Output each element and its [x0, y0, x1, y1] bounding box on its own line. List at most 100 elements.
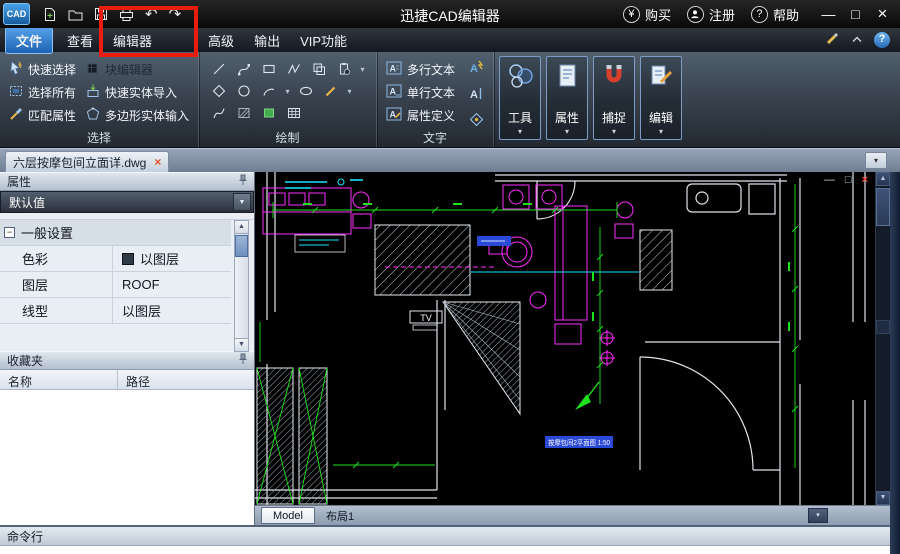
maximize-button[interactable]: □ [842, 6, 869, 22]
register-button[interactable]: 注册 [686, 5, 735, 24]
panel-buttons: 工具 ▾ 属性 ▾ 捕捉 ▾ 编辑 ▾ [494, 52, 687, 147]
property-group-row[interactable]: − 一般设置 [0, 220, 231, 246]
select-all-button[interactable]: 选择所有 [9, 81, 76, 104]
layout1-tab[interactable]: 布局1 [315, 507, 365, 524]
snap-label: 捕捉 [602, 111, 627, 125]
drawing-restore-icon[interactable]: □ [845, 175, 852, 186]
collapse-expander-icon[interactable]: − [4, 227, 15, 238]
scroll-up-icon[interactable]: ▲ [876, 172, 890, 186]
scrollbar-thumb[interactable] [876, 188, 890, 226]
scroll-down-icon[interactable]: ▼ [876, 491, 890, 505]
quick-select-button[interactable]: 快速选择 [9, 58, 76, 81]
property-value: 以图层 [122, 304, 162, 319]
canvas-vertical-scrollbar[interactable]: ▲ ▼ [875, 172, 890, 505]
quick-entity-import-button[interactable]: 快速实体导入 [86, 81, 189, 104]
ellipse-icon[interactable] [295, 81, 317, 101]
favorites-name-column[interactable]: 名称 [0, 370, 118, 389]
buy-button[interactable]: ¥ 购买 [622, 5, 671, 24]
menu-tab-advanced[interactable]: 高级 [198, 28, 244, 53]
snap-panel-button[interactable]: 捕捉 ▾ [593, 56, 636, 140]
attribute-define-button[interactable]: A 属性定义 [386, 104, 455, 127]
command-line-header[interactable]: 命令行 [0, 525, 890, 545]
properties-label: 属性 [555, 111, 580, 125]
annotation-highlight-box [99, 6, 198, 57]
property-row-linetype[interactable]: 线型 以图层 [0, 298, 231, 324]
ribbon-help-icon[interactable]: ? [874, 32, 890, 48]
edit-panel-button[interactable]: 编辑 ▾ [640, 56, 683, 140]
pin-icon[interactable] [238, 353, 248, 368]
polygon-entity-input-button[interactable]: 多边形实体输入 [86, 104, 189, 127]
favorites-panel-header: 收藏夹 [0, 351, 254, 370]
sketch-pencil-icon[interactable] [320, 81, 342, 101]
polyline-icon[interactable] [233, 59, 255, 79]
hatch-icon[interactable] [233, 103, 255, 123]
collapse-ribbon-icon[interactable] [852, 35, 862, 45]
property-row-layer[interactable]: 图层 ROOF [0, 272, 231, 298]
properties-panel-button[interactable]: 属性 ▾ [546, 56, 589, 140]
polygon-icon[interactable] [208, 81, 230, 101]
singleline-text-icon: A [386, 84, 402, 101]
close-button[interactable]: × [869, 4, 896, 24]
help-label: 帮助 [772, 7, 799, 23]
menu-tab-view[interactable]: 查看 [57, 28, 103, 53]
menu-tab-file[interactable]: 文件 [5, 26, 54, 54]
cad-drawing-canvas[interactable]: 按摩包间2平面图 1:50 TV [255, 172, 875, 505]
style-pencil-icon[interactable] [825, 31, 840, 49]
paste-special-icon[interactable] [333, 59, 355, 79]
dropdown-arrow-icon[interactable]: ▾ [345, 87, 354, 96]
command-line-input[interactable] [0, 545, 890, 554]
region-icon[interactable] [308, 59, 330, 79]
arc-icon[interactable] [258, 81, 280, 101]
tools-panel-button[interactable]: 工具 ▾ [499, 56, 542, 140]
app-logo-icon: CAD [3, 3, 30, 25]
gradient-fill-icon[interactable] [258, 103, 280, 123]
text-cursor-icon[interactable]: A [469, 86, 484, 106]
svg-text:A: A [470, 63, 478, 75]
minimize-button[interactable]: — [815, 6, 842, 22]
multiline-text-button[interactable]: A 多行文本 [386, 58, 455, 81]
open-folder-button[interactable] [68, 8, 83, 21]
dropdown-arrow-icon[interactable]: ▾ [283, 87, 292, 96]
spline-icon[interactable] [208, 103, 230, 123]
tab-list-dropdown-button[interactable]: ▾ [865, 152, 887, 169]
tab-close-icon[interactable]: × [154, 155, 161, 169]
scroll-up-icon[interactable]: ▲ [235, 221, 248, 234]
block-editor-button[interactable]: 块编辑器 [86, 58, 189, 81]
scroll-down-icon[interactable]: ▼ [235, 338, 248, 351]
question-icon: ? [750, 5, 768, 23]
favorites-path-column[interactable]: 路径 [118, 370, 254, 389]
rectangle-icon[interactable] [258, 59, 280, 79]
magnet-icon [600, 62, 628, 95]
circle-icon[interactable] [233, 81, 255, 101]
new-file-button[interactable] [43, 7, 57, 22]
property-row-color[interactable]: 色彩 以图层 [0, 246, 231, 272]
preset-dropdown[interactable]: 默认值 ▼ [0, 191, 254, 213]
zigzag-line-icon[interactable] [283, 59, 305, 79]
layout-dropdown-button[interactable]: ▾ [808, 508, 828, 523]
favorites-list[interactable] [0, 390, 254, 525]
quick-text-icon[interactable]: A [469, 60, 484, 80]
property-value: 以图层 [140, 252, 180, 267]
line-icon[interactable] [208, 59, 230, 79]
singleline-text-button[interactable]: A 单行文本 [386, 81, 455, 104]
plan-title-label: 按摩包间2平面图 1:50 [548, 438, 610, 447]
user-icon [686, 5, 704, 23]
match-properties-button[interactable]: 匹配属性 [9, 104, 76, 127]
table-icon[interactable] [283, 103, 305, 123]
chevron-down-icon[interactable]: ▼ [233, 193, 251, 211]
tools-label: 工具 [508, 111, 533, 125]
property-grid-scrollbar[interactable]: ▲ ▼ [234, 220, 249, 352]
property-label: 线型 [22, 304, 49, 319]
drawing-minimize-icon[interactable]: — [824, 175, 835, 186]
document-tab[interactable]: 六层按摩包间立面详.dwg × [5, 151, 170, 172]
dropdown-arrow-icon[interactable]: ▾ [358, 65, 367, 74]
model-tab[interactable]: Model [261, 507, 315, 524]
menu-tab-vip[interactable]: VIP功能 [290, 28, 357, 53]
menubar-right: ? [825, 31, 900, 49]
scrollbar-thumb[interactable] [235, 235, 248, 257]
window-right-frame [890, 148, 900, 554]
pin-icon[interactable] [238, 174, 248, 189]
menu-tab-output[interactable]: 输出 [244, 28, 290, 53]
help-button[interactable]: ? 帮助 [750, 5, 799, 24]
drawing-close-icon[interactable]: × [862, 175, 868, 186]
